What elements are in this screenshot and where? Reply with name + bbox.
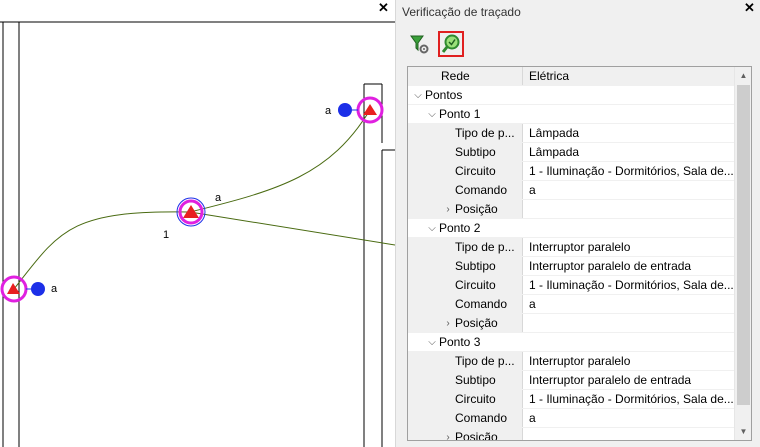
chevron-right-icon[interactable]: › <box>441 432 455 441</box>
property-value: Interruptor paralelo de entrada <box>529 259 692 273</box>
command-label: a <box>51 283 58 295</box>
wire-segment <box>13 211 191 290</box>
category-label: Pontos <box>425 88 463 102</box>
lamp-symbol[interactable] <box>176 197 206 227</box>
property-value: Interruptor paralelo <box>529 240 631 254</box>
position-label: Posição <box>455 430 498 441</box>
property-name: Comando <box>455 411 508 425</box>
property-value: 1 - Iluminação - Dormitórios, Sala de... <box>529 392 734 406</box>
header-value: Elétrica <box>529 69 570 83</box>
switch-symbol[interactable] <box>0 275 45 303</box>
property-name: Tipo de p... <box>455 354 515 368</box>
property-row[interactable]: Subtipo Interruptor paralelo de entrada <box>408 371 735 390</box>
vertical-scrollbar[interactable]: ▲ ▼ <box>734 67 751 440</box>
trace-verification-panel: Verificação de traçado ✕ Rede Elétrica ⌵… <box>398 0 760 447</box>
property-value: Lâmpada <box>529 126 580 140</box>
property-name: Subtipo <box>455 145 496 159</box>
chevron-right-icon[interactable]: › <box>441 204 455 215</box>
property-name: Circuito <box>455 164 496 178</box>
walls <box>0 21 395 447</box>
property-name: Comando <box>455 183 508 197</box>
property-value: Lâmpada <box>529 145 580 159</box>
property-value: 1 - Iluminação - Dormitórios, Sala de... <box>529 278 734 292</box>
property-row[interactable]: Subtipo Interruptor paralelo de entrada <box>408 257 735 276</box>
property-row[interactable]: Circuito 1 - Iluminação - Dormitórios, Sa… <box>408 276 735 295</box>
property-value: a <box>529 411 536 425</box>
point-title: Ponto 3 <box>439 335 481 349</box>
property-row[interactable]: Comando a <box>408 409 735 428</box>
chevron-down-icon[interactable]: ⌵ <box>425 109 439 120</box>
property-row[interactable]: Tipo de p... Lâmpada <box>408 124 735 143</box>
position-row[interactable]: › Posição <box>408 200 735 219</box>
property-name: Comando <box>455 297 508 311</box>
circuit-label: 1 <box>163 229 169 241</box>
position-label: Posição <box>455 316 498 330</box>
property-row[interactable]: Circuito 1 - Iluminação - Dormitórios, Sa… <box>408 390 735 409</box>
property-value: a <box>529 183 536 197</box>
position-row[interactable]: › Posição <box>408 428 735 441</box>
close-icon[interactable]: ✕ <box>378 1 389 15</box>
floor-plan-drawing[interactable]: a a 1 a <box>0 0 395 447</box>
magnify-check-icon <box>441 34 460 53</box>
property-name: Tipo de p... <box>455 126 515 140</box>
property-value: 1 - Iluminação - Dormitórios, Sala de... <box>529 164 734 178</box>
property-value: a <box>529 297 536 311</box>
grid-header-row: Rede Elétrica <box>408 67 735 86</box>
point-row[interactable]: ⌵ Ponto 3 <box>408 333 735 352</box>
panel-title: Verificação de traçado <box>402 5 521 19</box>
property-row[interactable]: Circuito 1 - Iluminação - Dormitórios, Sa… <box>408 162 735 181</box>
header-name: Rede <box>441 69 470 83</box>
category-row-pontos[interactable]: ⌵ Pontos <box>408 86 735 105</box>
chevron-right-icon[interactable]: › <box>441 318 455 329</box>
property-row[interactable]: Tipo de p... Interruptor paralelo <box>408 238 735 257</box>
scroll-thumb[interactable] <box>737 85 750 405</box>
wires <box>13 109 395 290</box>
property-name: Circuito <box>455 392 496 406</box>
filter-settings-button[interactable] <box>406 31 432 57</box>
property-grid[interactable]: Rede Elétrica ⌵ Pontos ⌵ Ponto 1 Tipo de p… <box>407 66 752 441</box>
property-name: Subtipo <box>455 259 496 273</box>
property-row[interactable]: Comando a <box>408 295 735 314</box>
property-name: Subtipo <box>455 373 496 387</box>
property-row[interactable]: Subtipo Lâmpada <box>408 143 735 162</box>
property-value: Interruptor paralelo <box>529 354 631 368</box>
verify-trace-button[interactable] <box>438 31 464 57</box>
close-icon[interactable]: ✕ <box>744 1 755 15</box>
property-row[interactable]: Tipo de p... Interruptor paralelo <box>408 352 735 371</box>
chevron-down-icon[interactable]: ⌵ <box>425 337 439 348</box>
scroll-up-icon[interactable]: ▲ <box>737 68 750 83</box>
position-label: Posição <box>455 202 498 216</box>
command-label: a <box>215 192 222 204</box>
point-title: Ponto 2 <box>439 221 481 235</box>
property-value: Interruptor paralelo de entrada <box>529 373 692 387</box>
property-name: Tipo de p... <box>455 240 515 254</box>
chevron-down-icon[interactable]: ⌵ <box>411 90 425 101</box>
switch-symbol[interactable] <box>338 96 384 124</box>
command-label: a <box>325 105 332 117</box>
panel-toolbar <box>406 31 464 59</box>
point-row[interactable]: ⌵ Ponto 1 <box>408 105 735 124</box>
chevron-down-icon[interactable]: ⌵ <box>425 223 439 234</box>
property-name: Circuito <box>455 278 496 292</box>
position-row[interactable]: › Posição <box>408 314 735 333</box>
filter-gear-icon <box>410 35 429 54</box>
property-row[interactable]: Comando a <box>408 181 735 200</box>
scroll-down-icon[interactable]: ▼ <box>737 424 750 439</box>
point-row[interactable]: ⌵ Ponto 2 <box>408 219 735 238</box>
drawing-canvas[interactable]: a a 1 a ✕ <box>0 0 395 447</box>
point-title: Ponto 1 <box>439 107 481 121</box>
